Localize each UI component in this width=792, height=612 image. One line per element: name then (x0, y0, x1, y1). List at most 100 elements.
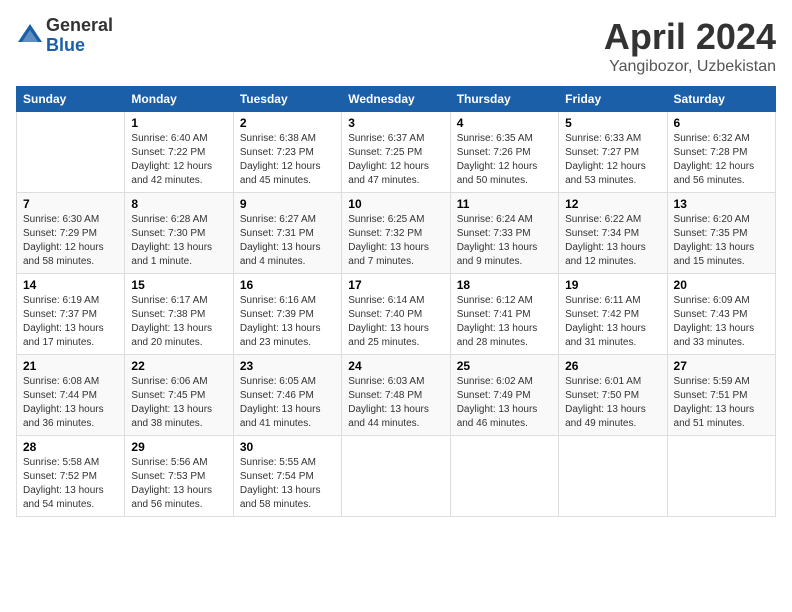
calendar-cell: 2 Sunrise: 6:38 AMSunset: 7:23 PMDaylight… (233, 112, 341, 193)
day-info: Sunrise: 6:22 AMSunset: 7:34 PMDaylight:… (565, 213, 660, 269)
calendar-cell: 30 Sunrise: 5:55 AMSunset: 7:54 PMDayligh… (233, 436, 341, 517)
day-info: Sunrise: 6:11 AMSunset: 7:42 PMDaylight:… (565, 294, 660, 350)
calendar-cell: 7Sunrise: 6:30 AMSunset: 7:29 PMDaylight… (17, 193, 125, 274)
day-number: 29 (131, 440, 226, 454)
calendar-table: SundayMondayTuesdayWednesdayThursdayFrid… (16, 86, 776, 517)
calendar-cell (450, 436, 558, 517)
calendar-cell: 26 Sunrise: 6:01 AMSunset: 7:50 PMDayligh… (559, 355, 667, 436)
day-info: Sunrise: 6:37 AMSunset: 7:25 PMDaylight:… (348, 132, 443, 188)
calendar-cell: 27 Sunrise: 5:59 AMSunset: 7:51 PMDayligh… (667, 355, 775, 436)
calendar-cell: 14Sunrise: 6:19 AMSunset: 7:37 PMDayligh… (17, 274, 125, 355)
calendar-week-3: 21 Sunrise: 6:08 AMSunset: 7:44 PMDayligh… (17, 355, 776, 436)
calendar-cell: 12 Sunrise: 6:22 AMSunset: 7:34 PMDayligh… (559, 193, 667, 274)
calendar-cell: 21 Sunrise: 6:08 AMSunset: 7:44 PMDayligh… (17, 355, 125, 436)
day-number: 12 (565, 197, 660, 211)
day-number: 27 (674, 359, 769, 373)
day-info: Sunrise: 6:25 AMSunset: 7:32 PMDaylight:… (348, 213, 443, 269)
day-info: Sunrise: 6:14 AMSunset: 7:40 PMDaylight:… (348, 294, 443, 350)
day-number: 1 (131, 116, 226, 130)
day-number: 23 (240, 359, 335, 373)
day-info: Sunrise: 5:58 AMSunset: 7:52 PMDaylight:… (23, 456, 118, 512)
day-info: Sunrise: 6:17 AMSunset: 7:38 PMDaylight:… (131, 294, 226, 350)
day-info: Sunrise: 6:16 AMSunset: 7:39 PMDaylight:… (240, 294, 335, 350)
day-info: Sunrise: 6:32 AMSunset: 7:28 PMDaylight:… (674, 132, 769, 188)
calendar-cell: 28 Sunrise: 5:58 AMSunset: 7:52 PMDayligh… (17, 436, 125, 517)
header-cell-friday: Friday (559, 87, 667, 112)
calendar-cell: 17 Sunrise: 6:14 AMSunset: 7:40 PMDayligh… (342, 274, 450, 355)
day-number: 25 (457, 359, 552, 373)
calendar-header: SundayMondayTuesdayWednesdayThursdayFrid… (17, 87, 776, 112)
calendar-cell: 6Sunrise: 6:32 AMSunset: 7:28 PMDaylight… (667, 112, 775, 193)
day-number: 15 (131, 278, 226, 292)
calendar-cell: 18Sunrise: 6:12 AMSunset: 7:41 PMDayligh… (450, 274, 558, 355)
day-number: 30 (240, 440, 335, 454)
day-number: 17 (348, 278, 443, 292)
day-info: Sunrise: 6:12 AMSunset: 7:41 PMDaylight:… (457, 294, 552, 350)
header-cell-saturday: Saturday (667, 87, 775, 112)
calendar-week-1: 7Sunrise: 6:30 AMSunset: 7:29 PMDaylight… (17, 193, 776, 274)
day-info: Sunrise: 6:38 AMSunset: 7:23 PMDaylight:… (240, 132, 335, 188)
day-number: 11 (457, 197, 552, 211)
day-info: Sunrise: 6:40 AMSunset: 7:22 PMDaylight:… (131, 132, 226, 188)
header-cell-monday: Monday (125, 87, 233, 112)
day-number: 16 (240, 278, 335, 292)
day-number: 20 (674, 278, 769, 292)
day-number: 14 (23, 278, 118, 292)
header-row: SundayMondayTuesdayWednesdayThursdayFrid… (17, 87, 776, 112)
day-info: Sunrise: 5:55 AMSunset: 7:54 PMDaylight:… (240, 456, 335, 512)
calendar-cell: 16 Sunrise: 6:16 AMSunset: 7:39 PMDayligh… (233, 274, 341, 355)
day-number: 24 (348, 359, 443, 373)
day-number: 9 (240, 197, 335, 211)
header-cell-tuesday: Tuesday (233, 87, 341, 112)
day-info: Sunrise: 6:03 AMSunset: 7:48 PMDaylight:… (348, 375, 443, 431)
calendar-body: 1 Sunrise: 6:40 AMSunset: 7:22 PMDaylight… (17, 112, 776, 517)
header-cell-sunday: Sunday (17, 87, 125, 112)
day-number: 28 (23, 440, 118, 454)
day-info: Sunrise: 6:08 AMSunset: 7:44 PMDaylight:… (23, 375, 118, 431)
day-info: Sunrise: 6:09 AMSunset: 7:43 PMDaylight:… (674, 294, 769, 350)
month-title: April 2024 (604, 16, 776, 58)
day-info: Sunrise: 6:02 AMSunset: 7:49 PMDaylight:… (457, 375, 552, 431)
calendar-cell: 19Sunrise: 6:11 AMSunset: 7:42 PMDayligh… (559, 274, 667, 355)
logo-text: General Blue (46, 16, 113, 56)
day-number: 3 (348, 116, 443, 130)
calendar-cell: 15 Sunrise: 6:17 AMSunset: 7:38 PMDayligh… (125, 274, 233, 355)
calendar-cell: 10 Sunrise: 6:25 AMSunset: 7:32 PMDayligh… (342, 193, 450, 274)
calendar-cell: 25 Sunrise: 6:02 AMSunset: 7:49 PMDayligh… (450, 355, 558, 436)
day-number: 4 (457, 116, 552, 130)
logo: General Blue (16, 16, 113, 56)
day-info: Sunrise: 6:27 AMSunset: 7:31 PMDaylight:… (240, 213, 335, 269)
calendar-cell (17, 112, 125, 193)
calendar-cell (667, 436, 775, 517)
header-cell-thursday: Thursday (450, 87, 558, 112)
day-info: Sunrise: 6:28 AMSunset: 7:30 PMDaylight:… (131, 213, 226, 269)
calendar-cell: 22 Sunrise: 6:06 AMSunset: 7:45 PMDayligh… (125, 355, 233, 436)
day-info: Sunrise: 6:30 AMSunset: 7:29 PMDaylight:… (23, 213, 118, 269)
calendar-cell (342, 436, 450, 517)
day-info: Sunrise: 6:06 AMSunset: 7:45 PMDaylight:… (131, 375, 226, 431)
calendar-cell: 1 Sunrise: 6:40 AMSunset: 7:22 PMDaylight… (125, 112, 233, 193)
calendar-cell: 24 Sunrise: 6:03 AMSunset: 7:48 PMDayligh… (342, 355, 450, 436)
day-number: 2 (240, 116, 335, 130)
header: General Blue April 2024 Yangibozor, Uzbe… (16, 16, 776, 76)
day-number: 10 (348, 197, 443, 211)
day-number: 26 (565, 359, 660, 373)
day-number: 5 (565, 116, 660, 130)
day-info: Sunrise: 6:33 AMSunset: 7:27 PMDaylight:… (565, 132, 660, 188)
calendar-week-2: 14Sunrise: 6:19 AMSunset: 7:37 PMDayligh… (17, 274, 776, 355)
title-block: April 2024 Yangibozor, Uzbekistan (604, 16, 776, 76)
day-number: 13 (674, 197, 769, 211)
day-info: Sunrise: 6:24 AMSunset: 7:33 PMDaylight:… (457, 213, 552, 269)
calendar-cell: 3 Sunrise: 6:37 AMSunset: 7:25 PMDaylight… (342, 112, 450, 193)
day-number: 22 (131, 359, 226, 373)
calendar-week-4: 28 Sunrise: 5:58 AMSunset: 7:52 PMDayligh… (17, 436, 776, 517)
calendar-cell: 20 Sunrise: 6:09 AMSunset: 7:43 PMDayligh… (667, 274, 775, 355)
day-number: 21 (23, 359, 118, 373)
page-container: General Blue April 2024 Yangibozor, Uzbe… (0, 0, 792, 527)
calendar-cell: 23Sunrise: 6:05 AMSunset: 7:46 PMDayligh… (233, 355, 341, 436)
calendar-cell: 29Sunrise: 5:56 AMSunset: 7:53 PMDayligh… (125, 436, 233, 517)
location: Yangibozor, Uzbekistan (604, 58, 776, 76)
logo-general-text: General (46, 16, 113, 36)
day-info: Sunrise: 5:59 AMSunset: 7:51 PMDaylight:… (674, 375, 769, 431)
day-info: Sunrise: 6:01 AMSunset: 7:50 PMDaylight:… (565, 375, 660, 431)
